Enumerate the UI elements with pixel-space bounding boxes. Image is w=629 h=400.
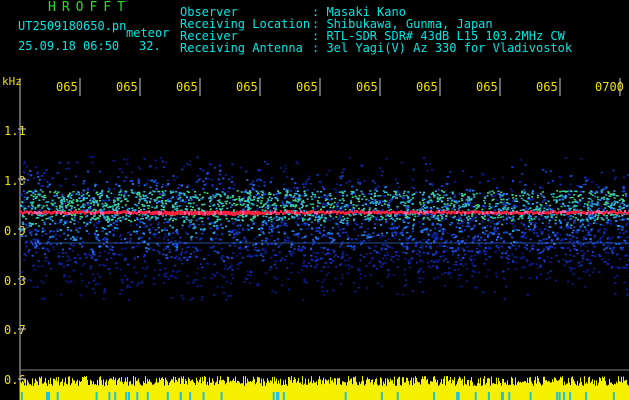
bar-mark [95, 392, 98, 400]
bar-mark [529, 392, 532, 400]
bar-mark [556, 392, 559, 400]
bar-mark [189, 392, 192, 400]
bar-mark [220, 392, 223, 400]
bar-mark [125, 392, 128, 400]
bar-mark [508, 392, 511, 400]
spectrogram [18, 78, 629, 400]
bar-mark [585, 392, 588, 400]
bar-mark [46, 392, 49, 400]
bar-mark [380, 392, 383, 400]
bar-mark [396, 392, 399, 400]
bar-mark [456, 392, 459, 400]
bar-mark [114, 392, 117, 400]
bar-mark [612, 392, 615, 400]
bar-mark [487, 392, 490, 400]
bar-mark [146, 392, 149, 400]
bar-mark [569, 392, 572, 400]
bar-mark [56, 392, 59, 400]
bar-mark [179, 392, 182, 400]
bar-mark [433, 392, 436, 400]
bar-mark [500, 392, 503, 400]
bar-mark [276, 392, 279, 400]
bar-mark [282, 392, 285, 400]
bar-mark [20, 392, 23, 400]
bar-mark [563, 392, 566, 400]
bar-mark [166, 392, 169, 400]
bar-mark [136, 392, 139, 400]
bar-mark [474, 392, 477, 400]
bar-mark [558, 392, 561, 400]
bar-mark [127, 392, 130, 400]
bar-mark [202, 392, 205, 400]
noise-band [20, 156, 629, 301]
activity-bar [20, 376, 629, 400]
bar-mark [344, 392, 347, 400]
bar-mark [272, 392, 275, 400]
bar-mark [108, 392, 111, 400]
